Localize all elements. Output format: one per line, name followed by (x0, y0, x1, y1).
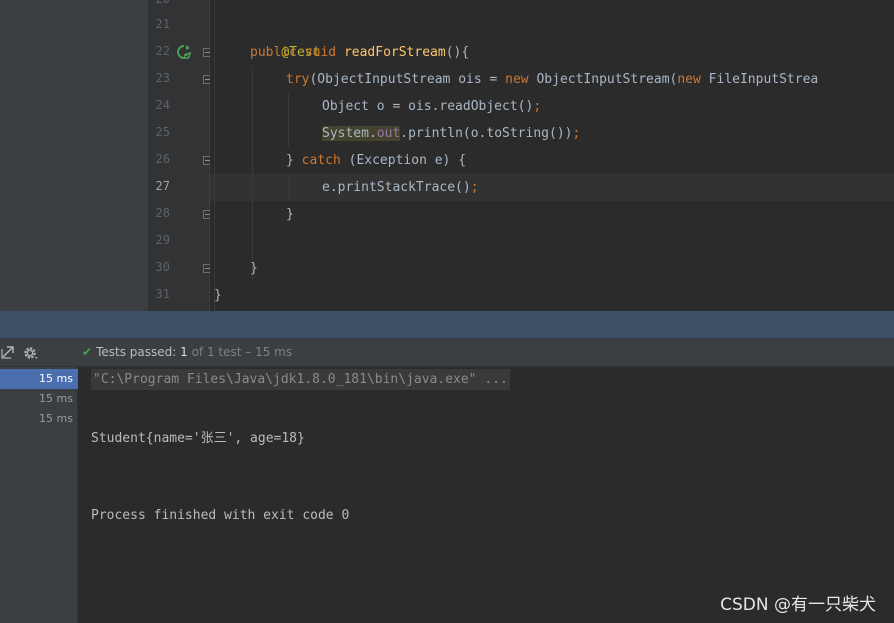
gutter-row: 26 (148, 147, 212, 174)
line-number: 30 (155, 260, 170, 274)
semicolon-token: ; (572, 126, 581, 141)
line-number: 24 (155, 98, 170, 112)
gutter-row: 27 (148, 174, 210, 201)
indent-guide (252, 66, 253, 282)
watermark: CSDN @有一只柴犬 (720, 595, 876, 615)
run-test-icon[interactable] (177, 45, 191, 59)
code-token: e.printStackTrace() (322, 180, 471, 195)
highlighted-symbol: System.out (322, 126, 401, 141)
code-line: } (214, 282, 222, 309)
code-token: ObjectInputStream( (528, 72, 678, 87)
test-results-tree: 15 ms 15 ms 15 ms (0, 367, 78, 623)
test-row[interactable]: 15 ms (0, 369, 78, 389)
current-line-highlight (210, 174, 894, 201)
keyword-token: try (286, 72, 310, 87)
project-panel-strip (0, 0, 148, 311)
class-token: System. (322, 126, 377, 141)
editor-gutter: 20 21 22 23 24 25 26 27 28 29 30 (148, 0, 212, 311)
keyword-token: new (677, 72, 701, 87)
code-line: } catch (Exception e) { (286, 147, 466, 174)
code-line: } (286, 201, 294, 228)
gutter-row: 31 (148, 282, 210, 309)
test-row[interactable]: 15 ms (0, 389, 78, 409)
code-token: } (286, 207, 294, 222)
code-token: FileInputStrea (700, 72, 819, 87)
method-name-token: readForStream (343, 45, 446, 60)
line-number: 23 (155, 71, 170, 85)
indent-guide (288, 174, 289, 201)
code-token: (ObjectInputStream ois = (309, 72, 506, 87)
code-editor[interactable]: @Test public void readForStream(){ try(O… (210, 0, 894, 311)
passed-count: 1 (180, 345, 188, 359)
keyword-token: catch (301, 153, 341, 168)
gutter-row: 29 (148, 228, 210, 255)
code-token: } (214, 288, 222, 303)
run-toolbar: ✔ Tests passed: 1 of 1 test – 15 ms (0, 339, 894, 367)
line-number: 21 (155, 17, 170, 31)
line-number-active: 27 (155, 179, 170, 193)
gutter-row: 30 (148, 255, 212, 282)
indent-guide (288, 93, 289, 147)
code-token: (){ (445, 45, 470, 60)
semicolon-token: ; (470, 180, 479, 195)
line-number: 25 (155, 125, 170, 139)
code-line: e.printStackTrace(); (322, 174, 479, 201)
gutter-row: 28 (148, 201, 212, 228)
console-exit-line: Process finished with exit code 0 (91, 508, 350, 523)
line-number: 31 (155, 287, 170, 301)
gutter-row: 25 (148, 120, 210, 147)
gutter-row: 24 (148, 93, 210, 120)
gutter-row: 21 (148, 12, 210, 39)
keyword-token: public (250, 45, 297, 60)
test-row[interactable]: 15 ms (0, 409, 78, 429)
console-output[interactable]: "C:\Program Files\Java\jdk1.8.0_181\bin\… (78, 367, 894, 623)
code-line: try(ObjectInputStream ois = new ObjectIn… (286, 66, 818, 93)
tool-window-header (0, 311, 894, 339)
status-label: Tests passed: (96, 345, 177, 359)
code-token: (Exception e) { (340, 153, 467, 168)
line-number: 22 (155, 44, 170, 58)
test-status: ✔ Tests passed: 1 of 1 test – 15 ms (82, 345, 292, 359)
line-number: 29 (155, 233, 170, 247)
code-line: public void readForStream(){ (250, 39, 469, 66)
code-token: .println(o.toString()) (400, 126, 573, 141)
line-number: 20 (148, 0, 170, 6)
indent-guide (214, 0, 215, 311)
export-icon[interactable] (0, 345, 16, 361)
semicolon-token: ; (533, 99, 542, 114)
gutter-row: 23 (148, 66, 212, 93)
code-line: } (250, 255, 258, 282)
code-line: @Test (250, 12, 320, 60)
keyword-token: new (505, 72, 529, 87)
check-icon: ✔ (82, 345, 93, 359)
code-line: Object o = ois.readObject(); (322, 93, 541, 120)
gutter-row: 22 (148, 39, 212, 66)
console-output-line: Student{name='张三', age=18} (91, 431, 305, 446)
code-token: Object o = ois.readObject() (322, 99, 534, 114)
line-number: 26 (155, 152, 170, 166)
keyword-token: void (304, 45, 337, 60)
static-field-token: out (376, 126, 401, 141)
gear-icon[interactable] (22, 345, 38, 361)
code-token: } (250, 261, 258, 276)
code-line: System.out.println(o.toString()); (322, 120, 580, 147)
status-detail: of 1 test – 15 ms (191, 345, 293, 359)
line-number: 28 (155, 206, 170, 220)
code-token: } (286, 153, 302, 168)
console-command-line[interactable]: "C:\Program Files\Java\jdk1.8.0_181\bin\… (91, 369, 510, 390)
